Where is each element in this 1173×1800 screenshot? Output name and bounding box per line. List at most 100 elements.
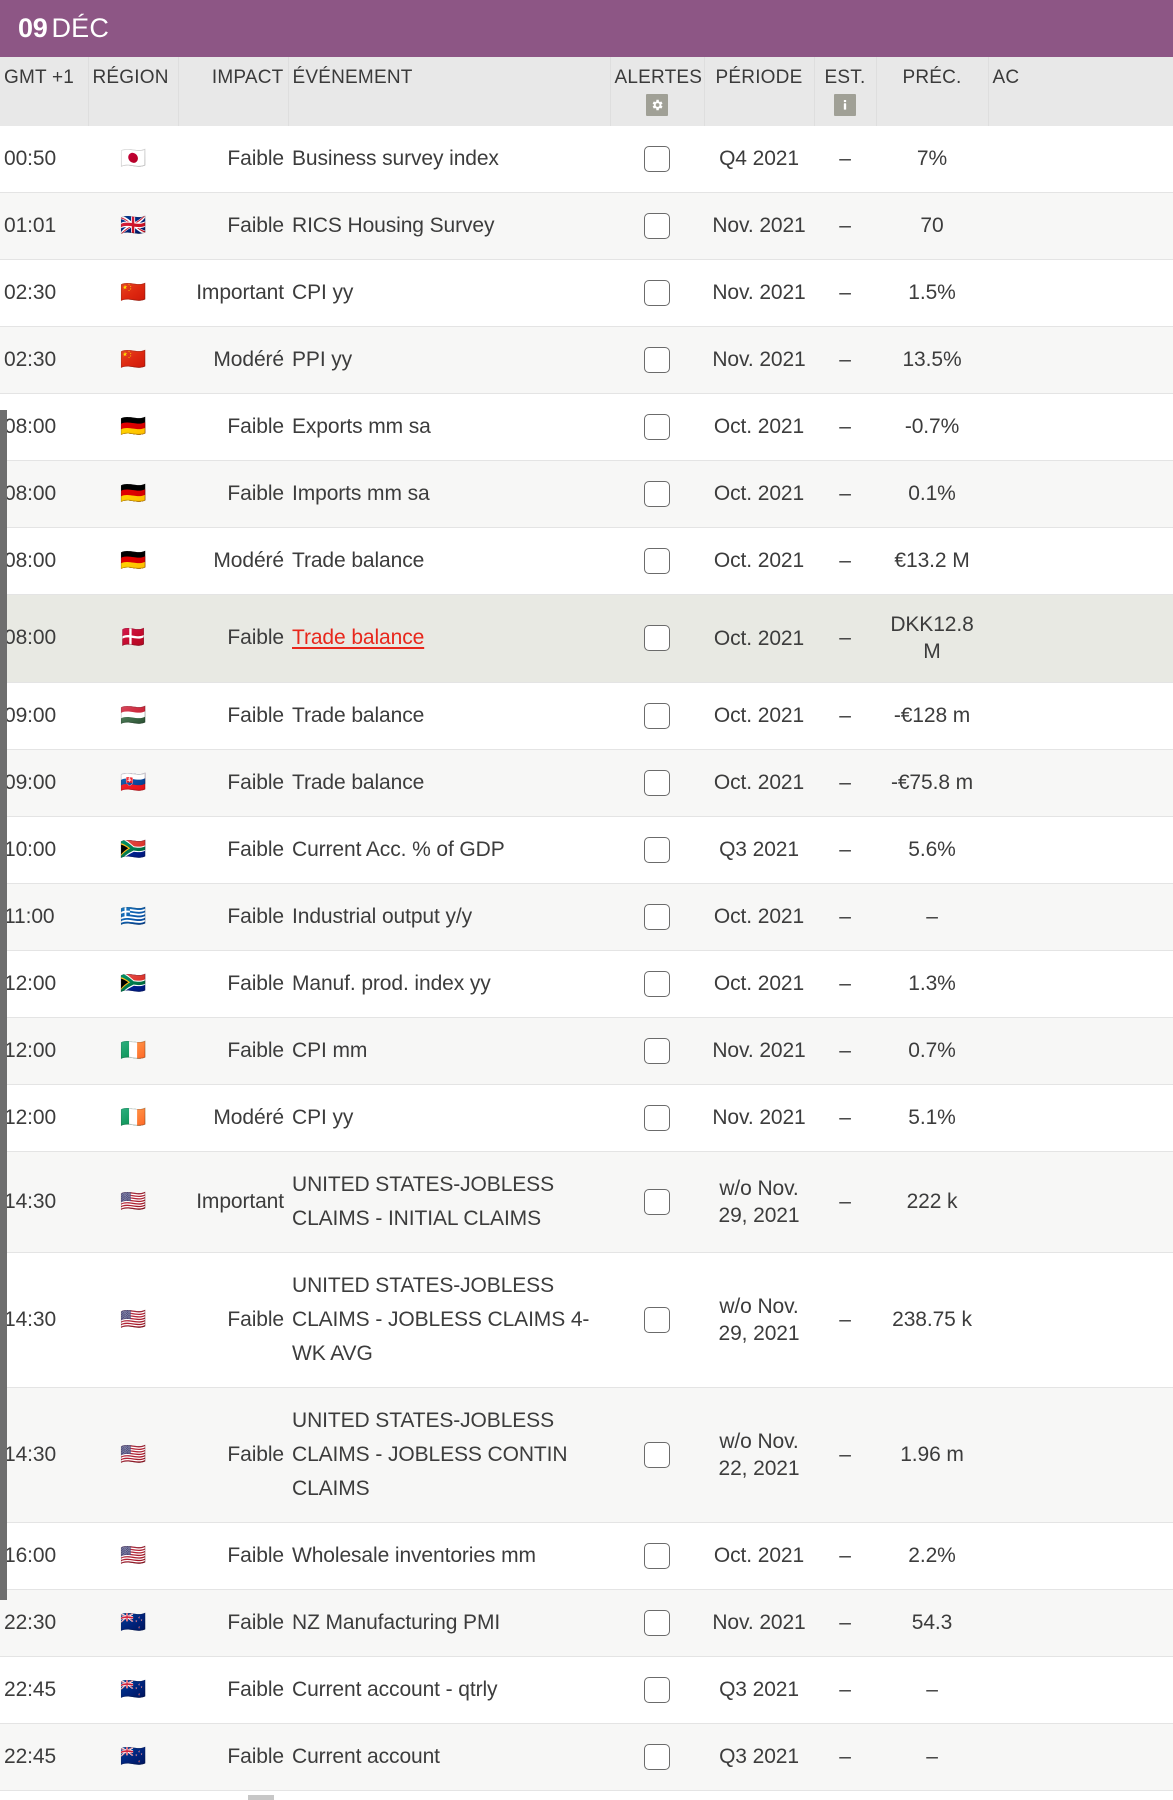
cell-alert[interactable] bbox=[610, 950, 704, 1017]
column-header-actual[interactable]: AC bbox=[988, 57, 1173, 126]
table-row[interactable]: 10:00🇿🇦FaibleCurrent Acc. % of GDPQ3 202… bbox=[0, 816, 1173, 883]
cell-alert[interactable] bbox=[610, 1084, 704, 1151]
cell-event[interactable]: CPI yy bbox=[288, 1084, 610, 1151]
table-row[interactable]: 12:00🇮🇪FaibleCPI mmNov. 2021–0.7% bbox=[0, 1017, 1173, 1084]
cell-alert[interactable] bbox=[610, 126, 704, 193]
cell-alert[interactable] bbox=[610, 1656, 704, 1723]
cell-alert[interactable] bbox=[610, 260, 704, 327]
cell-alert[interactable] bbox=[610, 1522, 704, 1589]
cell-alert[interactable] bbox=[610, 595, 704, 683]
table-row[interactable]: 09:00🇭🇺FaibleTrade balanceOct. 2021–-€12… bbox=[0, 682, 1173, 749]
event-link[interactable]: Trade balance bbox=[292, 626, 424, 649]
cell-event[interactable]: Trade balance bbox=[288, 749, 610, 816]
cell-event[interactable]: UNITED STATES-JOBLESS CLAIMS - INITIAL C… bbox=[288, 1151, 610, 1252]
alert-checkbox[interactable] bbox=[644, 1038, 670, 1064]
cell-event[interactable]: UNITED STATES-JOBLESS CLAIMS - JOBLESS C… bbox=[288, 1387, 610, 1522]
cell-alert[interactable] bbox=[610, 816, 704, 883]
table-row[interactable]: 14:30🇺🇸ImportantUNITED STATES-JOBLESS CL… bbox=[0, 1151, 1173, 1252]
cell-event[interactable]: Current account - qtrly bbox=[288, 1656, 610, 1723]
alert-checkbox[interactable] bbox=[644, 1189, 670, 1215]
column-header-impact[interactable]: IMPACT bbox=[178, 57, 288, 126]
alert-checkbox[interactable] bbox=[644, 280, 670, 306]
column-header-region[interactable]: RÉGION bbox=[88, 57, 178, 126]
table-row[interactable]: 08:00🇩🇪FaibleExports mm saOct. 2021–-0.7… bbox=[0, 394, 1173, 461]
cell-event[interactable]: Exports mm sa bbox=[288, 394, 610, 461]
alert-checkbox[interactable] bbox=[644, 770, 670, 796]
cell-alert[interactable] bbox=[610, 1151, 704, 1252]
table-row[interactable]: 12:00🇿🇦FaibleManuf. prod. index yyOct. 2… bbox=[0, 950, 1173, 1017]
table-row[interactable]: 22:45🇳🇿FaibleCurrent account - qtrlyQ3 2… bbox=[0, 1656, 1173, 1723]
alert-checkbox[interactable] bbox=[644, 1677, 670, 1703]
table-row[interactable]: 08:00🇩🇰FaibleTrade balanceOct. 2021–DKK1… bbox=[0, 595, 1173, 683]
alert-checkbox[interactable] bbox=[644, 213, 670, 239]
cell-alert[interactable] bbox=[610, 883, 704, 950]
cell-alert[interactable] bbox=[610, 327, 704, 394]
table-row[interactable]: 02:30🇨🇳ModéréPPI yyNov. 2021–13.5% bbox=[0, 327, 1173, 394]
alert-checkbox[interactable] bbox=[644, 1744, 670, 1770]
cell-alert[interactable] bbox=[610, 394, 704, 461]
column-header-est[interactable]: EST. bbox=[814, 57, 876, 126]
alert-checkbox[interactable] bbox=[644, 1543, 670, 1569]
cell-event[interactable]: Trade balance bbox=[288, 595, 610, 683]
cell-alert[interactable] bbox=[610, 1723, 704, 1790]
table-row[interactable]: 22:45🇳🇿FaibleCurrent accountQ3 2021–– bbox=[0, 1723, 1173, 1790]
column-header-time[interactable]: GMT +1 bbox=[0, 57, 88, 126]
alert-checkbox[interactable] bbox=[644, 1105, 670, 1131]
alert-checkbox[interactable] bbox=[644, 1307, 670, 1333]
alert-checkbox[interactable] bbox=[644, 625, 670, 651]
table-row[interactable]: 02:30🇨🇳ImportantCPI yyNov. 2021–1.5% bbox=[0, 260, 1173, 327]
table-row[interactable]: 01:01🇬🇧FaibleRICS Housing SurveyNov. 202… bbox=[0, 193, 1173, 260]
alert-checkbox[interactable] bbox=[644, 146, 670, 172]
alert-checkbox[interactable] bbox=[644, 1610, 670, 1636]
horizontal-scroll-indicator[interactable] bbox=[248, 1795, 274, 1800]
table-row[interactable]: 16:00🇺🇸FaibleWholesale inventories mmOct… bbox=[0, 1522, 1173, 1589]
cell-event[interactable]: Wholesale inventories mm bbox=[288, 1522, 610, 1589]
cell-event[interactable]: Imports mm sa bbox=[288, 461, 610, 528]
column-header-period[interactable]: PÉRIODE bbox=[704, 57, 814, 126]
alert-checkbox[interactable] bbox=[644, 347, 670, 373]
cell-event[interactable]: PPI yy bbox=[288, 327, 610, 394]
cell-alert[interactable] bbox=[610, 1252, 704, 1387]
cell-event[interactable]: CPI yy bbox=[288, 260, 610, 327]
cell-alert[interactable] bbox=[610, 193, 704, 260]
cell-event[interactable]: Business survey index bbox=[288, 126, 610, 193]
cell-alert[interactable] bbox=[610, 749, 704, 816]
alert-checkbox[interactable] bbox=[644, 703, 670, 729]
cell-alert[interactable] bbox=[610, 1017, 704, 1084]
alert-checkbox[interactable] bbox=[644, 481, 670, 507]
cell-event[interactable]: Current account bbox=[288, 1723, 610, 1790]
column-header-alerts[interactable]: ALERTES bbox=[610, 57, 704, 126]
table-row[interactable]: 08:00🇩🇪FaibleImports mm saOct. 2021–0.1% bbox=[0, 461, 1173, 528]
cell-event[interactable]: Current Acc. % of GDP bbox=[288, 816, 610, 883]
cell-alert[interactable] bbox=[610, 1589, 704, 1656]
cell-event[interactable]: RICS Housing Survey bbox=[288, 193, 610, 260]
cell-alert[interactable] bbox=[610, 528, 704, 595]
cell-event[interactable]: Industrial output y/y bbox=[288, 883, 610, 950]
table-row[interactable]: 12:00🇮🇪ModéréCPI yyNov. 2021–5.1% bbox=[0, 1084, 1173, 1151]
alert-checkbox[interactable] bbox=[644, 971, 670, 997]
table-row[interactable]: 09:00🇸🇰FaibleTrade balanceOct. 2021–-€75… bbox=[0, 749, 1173, 816]
table-row[interactable]: 14:30🇺🇸FaibleUNITED STATES-JOBLESS CLAIM… bbox=[0, 1252, 1173, 1387]
cell-event[interactable]: UNITED STATES-JOBLESS CLAIMS - JOBLESS C… bbox=[288, 1252, 610, 1387]
cell-alert[interactable] bbox=[610, 1387, 704, 1522]
table-row[interactable]: 14:30🇺🇸FaibleUNITED STATES-JOBLESS CLAIM… bbox=[0, 1387, 1173, 1522]
column-header-event[interactable]: ÉVÉNEMENT bbox=[288, 57, 610, 126]
alert-checkbox[interactable] bbox=[644, 548, 670, 574]
cell-event[interactable]: Trade balance bbox=[288, 528, 610, 595]
alert-checkbox[interactable] bbox=[644, 1442, 670, 1468]
cell-event[interactable]: NZ Manufacturing PMI bbox=[288, 1589, 610, 1656]
alert-checkbox[interactable] bbox=[644, 414, 670, 440]
table-row[interactable]: 08:00🇩🇪ModéréTrade balanceOct. 2021–€13.… bbox=[0, 528, 1173, 595]
cell-event[interactable]: Trade balance bbox=[288, 682, 610, 749]
cell-event[interactable]: CPI mm bbox=[288, 1017, 610, 1084]
cell-alert[interactable] bbox=[610, 461, 704, 528]
alert-checkbox[interactable] bbox=[644, 837, 670, 863]
column-header-prec[interactable]: PRÉC. bbox=[876, 57, 988, 126]
info-icon[interactable] bbox=[834, 94, 856, 116]
cell-alert[interactable] bbox=[610, 682, 704, 749]
alert-checkbox[interactable] bbox=[644, 904, 670, 930]
gear-icon[interactable] bbox=[646, 94, 668, 116]
cell-event[interactable]: Manuf. prod. index yy bbox=[288, 950, 610, 1017]
vertical-scrollbar[interactable] bbox=[0, 410, 7, 1600]
table-row[interactable]: 00:50🇯🇵FaibleBusiness survey indexQ4 202… bbox=[0, 126, 1173, 193]
